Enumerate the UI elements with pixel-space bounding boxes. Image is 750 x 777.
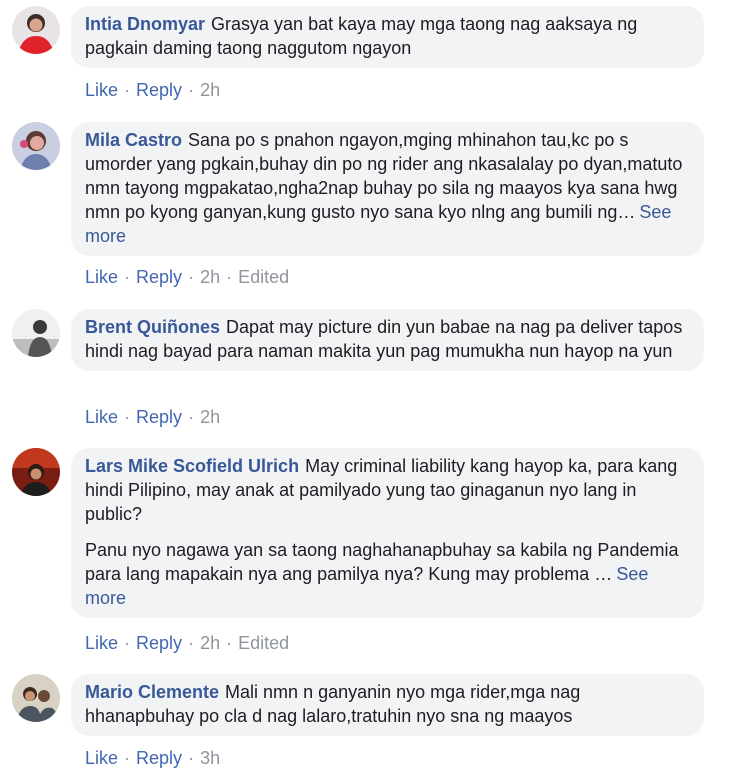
separator: · (226, 267, 233, 287)
separator: · (124, 267, 131, 287)
avatar[interactable] (12, 6, 60, 54)
like-button[interactable]: Like (85, 267, 118, 287)
separator: · (124, 748, 131, 768)
timestamp[interactable]: 2h (200, 633, 220, 653)
comment-body: Mila Castro Sana po s pnahon ngayon,mging… (85, 128, 690, 248)
edited-label[interactable]: Edited (238, 267, 289, 287)
user-photo-icon (12, 448, 60, 496)
like-button[interactable]: Like (85, 80, 118, 100)
avatar[interactable] (12, 448, 60, 496)
comment-bubble: Mario Clemente Mali nmn n ganyanin nyo mg… (71, 674, 704, 736)
author-name[interactable]: Lars Mike Scofield Ulrich (85, 456, 299, 476)
avatar[interactable] (12, 122, 60, 170)
author-name[interactable]: Mario Clemente (85, 682, 219, 702)
comment-actions: Like · Reply · 2h (85, 406, 220, 428)
separator: · (188, 748, 195, 768)
author-name[interactable]: Brent Quiñones (85, 317, 220, 337)
user-photo-icon (12, 309, 60, 357)
comment-bubble: Brent Quiñones Dapat may picture din yun … (71, 309, 704, 371)
comment-actions: Like · Reply · 2h · Edited (85, 266, 289, 288)
separator: · (226, 633, 233, 653)
separator: · (188, 80, 195, 100)
comment-body: Brent Quiñones Dapat may picture din yun … (85, 315, 690, 363)
comment-text: Panu nyo nagawa yan sa taong naghahanapb… (85, 540, 679, 584)
user-photo-icon (12, 6, 60, 54)
reply-button[interactable]: Reply (136, 748, 182, 768)
comment-actions: Like · Reply · 2h (85, 79, 220, 101)
timestamp[interactable]: 3h (200, 748, 220, 768)
user-photo-icon (12, 122, 60, 170)
reply-button[interactable]: Reply (136, 267, 182, 287)
separator: · (188, 407, 195, 427)
like-button[interactable]: Like (85, 748, 118, 768)
comment-bubble: Lars Mike Scofield Ulrich May criminal li… (71, 448, 704, 618)
separator: · (188, 633, 195, 653)
comment-bubble: Intia Dnomyar Grasya yan bat kaya may mga… (71, 6, 704, 68)
like-button[interactable]: Like (85, 407, 118, 427)
comment-body: Intia Dnomyar Grasya yan bat kaya may mga… (85, 12, 690, 60)
timestamp[interactable]: 2h (200, 80, 220, 100)
comment-actions: Like · Reply · 3h (85, 747, 220, 769)
avatar[interactable] (12, 309, 60, 357)
author-name[interactable]: Mila Castro (85, 130, 182, 150)
timestamp[interactable]: 2h (200, 407, 220, 427)
reply-button[interactable]: Reply (136, 633, 182, 653)
reply-button[interactable]: Reply (136, 80, 182, 100)
comment-body: Lars Mike Scofield Ulrich May criminal li… (85, 454, 690, 610)
edited-label[interactable]: Edited (238, 633, 289, 653)
user-photo-icon (12, 674, 60, 722)
avatar[interactable] (12, 674, 60, 722)
separator: · (188, 267, 195, 287)
like-button[interactable]: Like (85, 633, 118, 653)
separator: · (124, 407, 131, 427)
reply-button[interactable]: Reply (136, 407, 182, 427)
author-name[interactable]: Intia Dnomyar (85, 14, 205, 34)
comment-body: Mario Clemente Mali nmn n ganyanin nyo mg… (85, 680, 690, 728)
timestamp[interactable]: 2h (200, 267, 220, 287)
separator: · (124, 80, 131, 100)
comment-actions: Like · Reply · 2h · Edited (85, 632, 289, 654)
comment-bubble: Mila Castro Sana po s pnahon ngayon,mging… (71, 122, 704, 256)
separator: · (124, 633, 131, 653)
